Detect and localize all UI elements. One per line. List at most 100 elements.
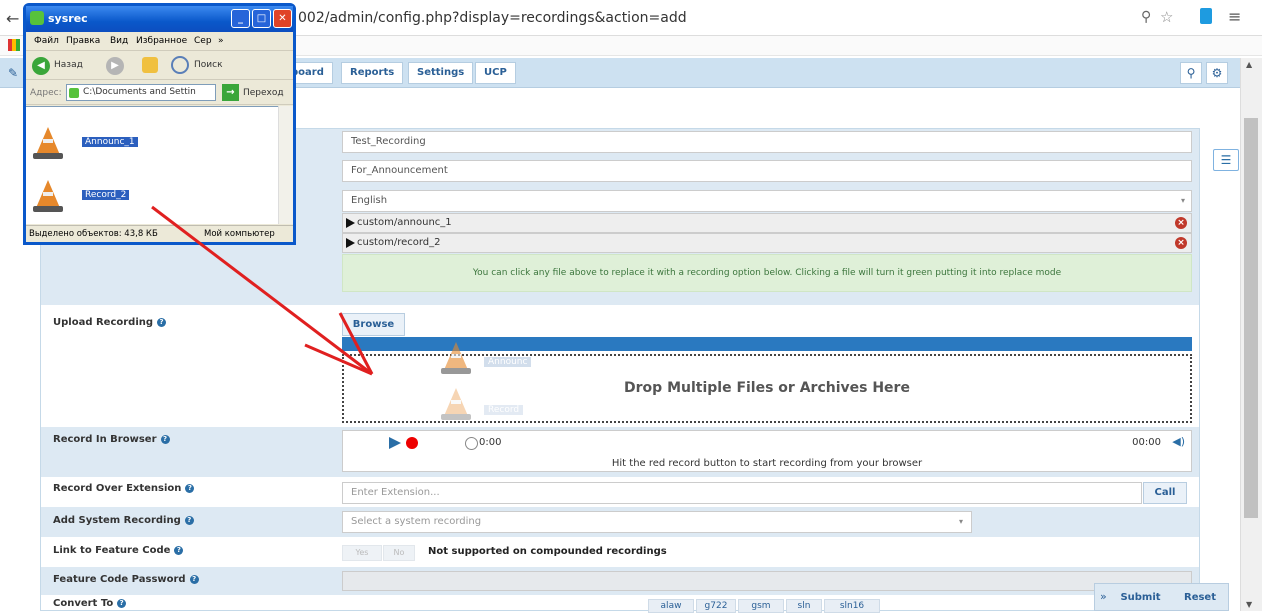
system-recording-select[interactable]: Select a system recording ▾ — [342, 511, 972, 533]
link-to-feature-code-label: Link to Feature Code? — [53, 545, 184, 556]
extension-input[interactable]: Enter Extension... — [342, 482, 1142, 504]
explorer-status-bar: Выделено объектов: 43,8 КБ Мой компьютер — [26, 225, 293, 242]
search-icon[interactable] — [171, 56, 189, 74]
folder-up-icon[interactable] — [142, 57, 158, 73]
file-item-label: custom/record_2 — [357, 237, 441, 248]
language-value: English — [351, 195, 388, 206]
chevron-down-icon: ▾ — [958, 517, 963, 526]
gear-icon[interactable]: ⚙ — [1206, 62, 1228, 84]
folder-icon — [69, 88, 79, 98]
upload-recording-label: Upload Recording? — [53, 317, 167, 328]
browse-button[interactable]: Browse — [342, 313, 405, 336]
explorer-window: sysrec _ □ ✕ Файл Правка Вид Избранное С… — [23, 3, 296, 245]
file-item-label: Announc_1 — [82, 137, 138, 147]
minimize-icon[interactable]: _ — [231, 9, 250, 28]
file-item[interactable]: custom/announc_1 × — [342, 213, 1192, 233]
toggle-yes[interactable]: Yes — [342, 545, 382, 561]
browser-menu-icon[interactable]: ≡ — [1228, 7, 1241, 26]
explorer-scrollbar[interactable] — [278, 106, 293, 224]
record-button[interactable] — [406, 437, 418, 449]
dragged-file-icon — [441, 342, 474, 374]
explorer-toolbar: ◀ Назад ▶ Поиск — [26, 52, 293, 80]
action-bar: » Submit Reset — [1094, 583, 1229, 611]
collapse-arrows-icon[interactable]: » — [1100, 590, 1107, 603]
menu-file[interactable]: Файл — [34, 36, 59, 46]
list-view-icon[interactable]: ☰ — [1213, 149, 1239, 171]
file-item-label: Record_2 — [82, 190, 130, 200]
dragged-file-label: Announc — [484, 357, 532, 367]
nav-reports[interactable]: Reports — [341, 62, 404, 84]
back-arrow-icon[interactable]: ← — [6, 9, 19, 28]
maximize-icon[interactable]: □ — [252, 9, 271, 28]
play-icon[interactable] — [346, 238, 355, 248]
record-in-browser-label: Record In Browser? — [53, 434, 170, 445]
zoom-icon[interactable]: ⚲ — [1141, 9, 1151, 25]
menu-service[interactable]: Сер — [194, 36, 212, 46]
forward-icon[interactable]: ▶ — [106, 57, 124, 75]
status-selection: Выделено объектов: 43,8 КБ — [29, 229, 158, 239]
current-time: 0:00 — [479, 437, 502, 448]
search-label[interactable]: Поиск — [194, 60, 223, 70]
nav-settings[interactable]: Settings — [408, 62, 474, 84]
scroll-up-icon[interactable]: ▲ — [1246, 60, 1252, 69]
menu-edit[interactable]: Правка — [66, 36, 100, 46]
volume-icon[interactable]: ◀) — [1172, 435, 1185, 448]
nav-ucp[interactable]: UCP — [475, 62, 516, 84]
calculator-icon[interactable] — [1200, 8, 1212, 24]
explorer-file-list: Announc_1 Record_2 — [26, 106, 293, 224]
remove-file-icon[interactable]: × — [1175, 237, 1187, 249]
recorder-hint: Hit the red record button to start recor… — [611, 458, 923, 469]
remove-file-icon[interactable]: × — [1175, 217, 1187, 229]
toggle-no[interactable]: No — [383, 545, 415, 561]
help-icon: ? — [117, 599, 127, 608]
language-select[interactable]: English ▾ — [342, 190, 1192, 212]
go-icon[interactable]: → — [222, 84, 239, 101]
help-icon: ? — [160, 435, 170, 444]
total-time: 00:00 — [1132, 437, 1161, 448]
replace-info-box: You can click any file above to replace … — [342, 254, 1192, 292]
explorer-address-bar: Адрес: C:\Documents and Settin → Переход — [26, 81, 293, 105]
scrollbar-thumb[interactable] — [1244, 118, 1258, 518]
address-value: C:\Documents and Settin — [83, 87, 196, 97]
submit-button[interactable]: Submit — [1113, 588, 1168, 608]
search-icon[interactable]: ⚲ — [1180, 62, 1202, 84]
feature-code-password-label: Feature Code Password? — [53, 574, 199, 585]
convert-to-label: Convert To? — [53, 598, 127, 609]
explorer-title-bar[interactable]: sysrec _ □ ✕ — [26, 6, 293, 32]
menu-view[interactable]: Вид — [110, 36, 128, 46]
apps-icon[interactable] — [8, 39, 20, 51]
name-field[interactable]: Test_Recording — [342, 131, 1192, 153]
chevron-down-icon: ▾ — [1180, 196, 1185, 205]
dragged-file-icon — [441, 388, 474, 420]
description-field[interactable]: For_Announcement — [342, 160, 1192, 182]
call-button[interactable]: Call — [1143, 482, 1187, 504]
back-icon[interactable]: ◀ — [32, 57, 50, 75]
address-field[interactable]: C:\Documents and Settin — [66, 84, 216, 101]
reset-button[interactable]: Reset — [1175, 588, 1225, 608]
go-label[interactable]: Переход — [243, 88, 284, 98]
nav-wrench-icon[interactable]: ✎ — [8, 66, 20, 80]
file-item[interactable]: custom/record_2 × — [342, 233, 1192, 253]
progress-knob[interactable] — [465, 437, 478, 450]
menu-favorites[interactable]: Избранное — [136, 36, 187, 46]
system-recording-placeholder: Select a system recording — [351, 516, 482, 527]
close-icon[interactable]: ✕ — [273, 9, 292, 28]
url-text[interactable]: 002/admin/config.php?display=recordings&… — [298, 10, 687, 26]
help-icon: ? — [189, 575, 199, 584]
file-item-label: custom/announc_1 — [357, 217, 452, 228]
back-label[interactable]: Назад — [54, 60, 83, 70]
play-icon[interactable] — [346, 218, 355, 228]
record-over-extension-label: Record Over Extension? — [53, 483, 195, 494]
play-icon[interactable] — [389, 437, 401, 449]
feature-password-input[interactable] — [342, 571, 1192, 591]
folder-icon — [30, 11, 44, 25]
not-supported-text: Not supported on compounded recordings — [428, 546, 667, 557]
browser-recorder: 0:00 00:00 ◀) Hit the red record button … — [342, 430, 1192, 472]
menu-overflow-icon[interactable]: » — [218, 36, 224, 46]
form-row-convert: Convert To? — [41, 595, 1199, 611]
scroll-down-icon[interactable]: ▼ — [1246, 600, 1252, 609]
explorer-menu-bar: Файл Правка Вид Избранное Сер » — [26, 33, 293, 51]
bookmark-star-icon[interactable]: ☆ — [1160, 8, 1173, 26]
status-location: Мой компьютер — [204, 229, 275, 239]
address-label: Адрес: — [30, 88, 62, 98]
